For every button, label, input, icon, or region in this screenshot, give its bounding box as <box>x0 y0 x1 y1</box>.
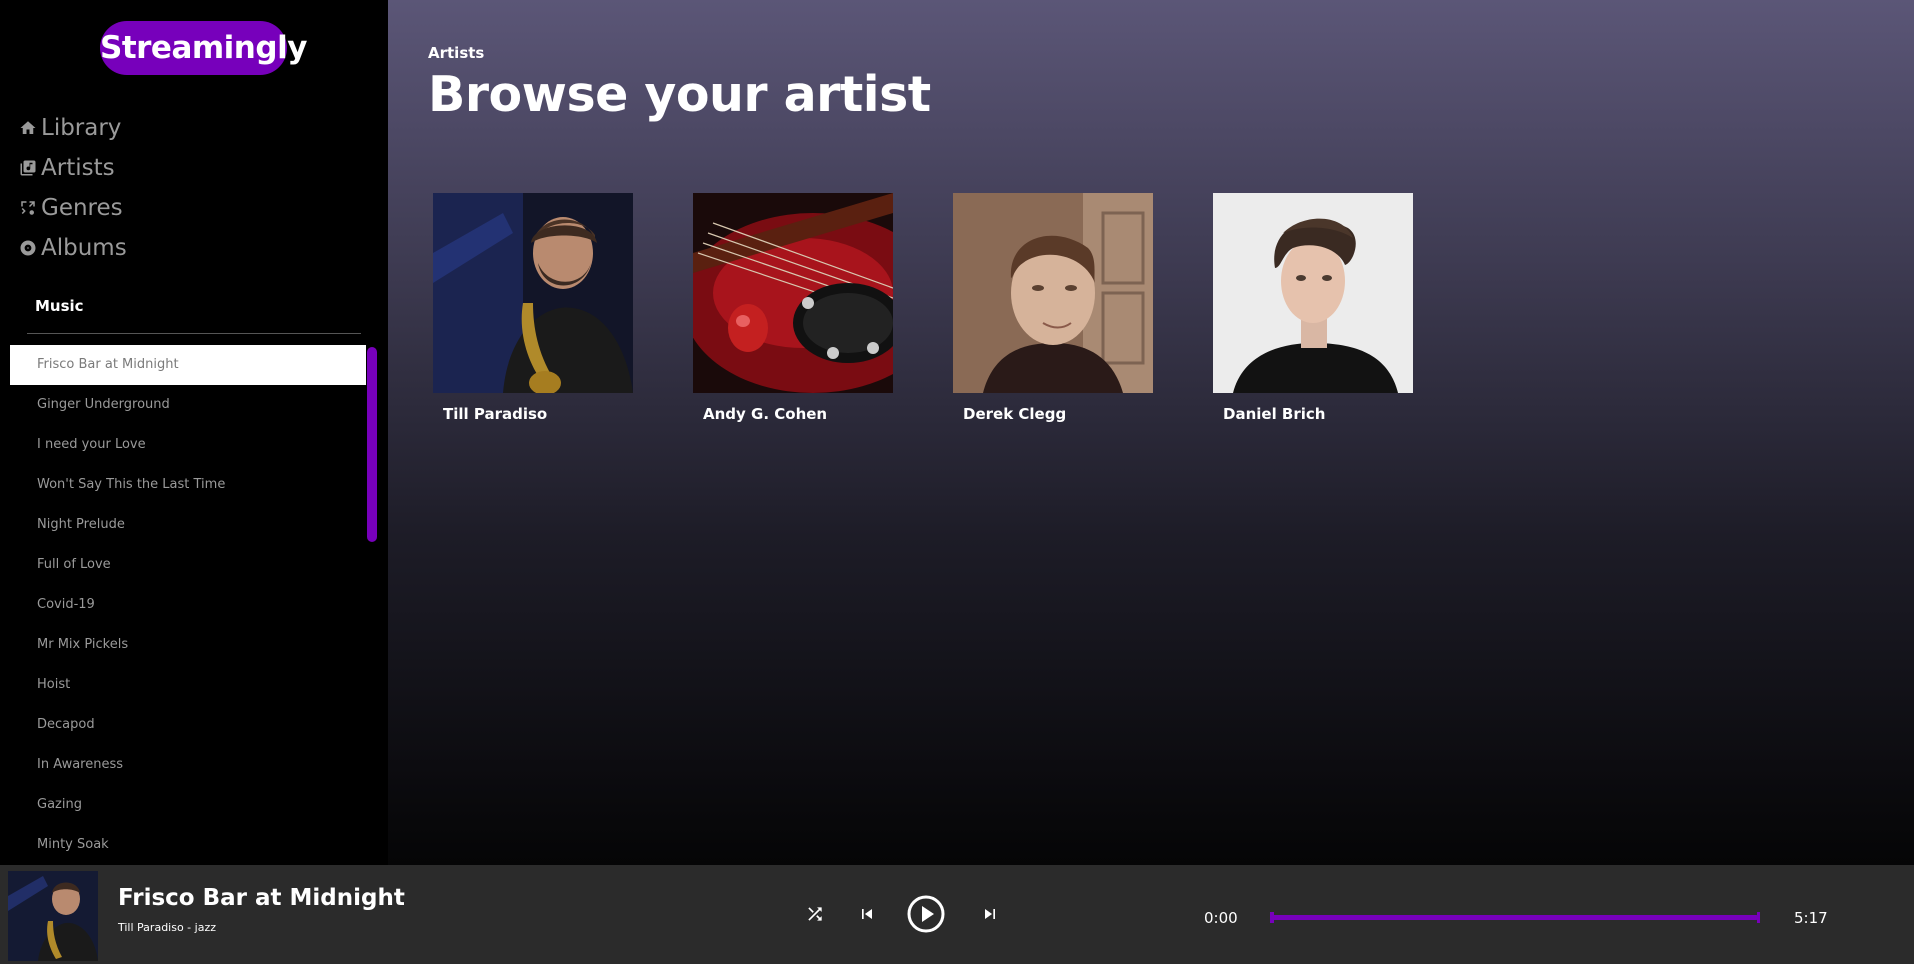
main-content: Artists Browse your artist Till Paradiso… <box>388 0 1914 865</box>
artist-card[interactable]: Andy G. Cohen <box>693 193 893 423</box>
track-item[interactable]: Gazing <box>10 785 366 825</box>
previous-button[interactable] <box>856 905 878 927</box>
track-item[interactable]: Frisco Bar at Midnight <box>10 345 366 385</box>
divider <box>27 333 361 334</box>
artist-grid: Till Paradiso Andy G. Cohen Derek Clegg … <box>433 193 1473 423</box>
genres-icon <box>18 198 38 218</box>
nav-item-artists[interactable]: Artists <box>18 148 127 188</box>
next-button[interactable] <box>979 905 1001 927</box>
artist-photo <box>693 193 893 393</box>
artist-name: Till Paradiso <box>443 405 548 423</box>
progress-end <box>1757 912 1760 923</box>
main-nav: Library Artists Genres Albums <box>18 108 127 268</box>
logo[interactable]: Streamingly <box>100 21 307 75</box>
app: Streamingly Library Artists Genres Album… <box>0 0 1914 964</box>
track-item[interactable]: Hoist <box>10 665 366 705</box>
now-playing-title: Frisco Bar at Midnight <box>118 885 405 911</box>
artist-card[interactable]: Daniel Brich <box>1213 193 1413 423</box>
nav-label: Genres <box>41 195 123 221</box>
play-icon <box>906 894 946 938</box>
home-icon <box>18 118 38 138</box>
duration-time: 5:17 <box>1794 909 1828 927</box>
music-section-title: Music <box>35 297 84 315</box>
now-playing-subtitle: Till Paradiso - jazz <box>118 921 216 934</box>
track-item[interactable]: Full of Love <box>10 545 366 585</box>
artist-name: Daniel Brich <box>1223 405 1326 423</box>
nav-item-library[interactable]: Library <box>18 108 127 148</box>
page-title: Browse your artist <box>428 66 931 123</box>
track-item[interactable]: Won't Say This the Last Time <box>10 465 366 505</box>
nav-label: Library <box>41 115 122 141</box>
nav-label: Artists <box>41 155 115 181</box>
shuffle-button[interactable] <box>804 905 826 927</box>
artist-photo <box>1213 193 1413 393</box>
track-item[interactable]: Night Prelude <box>10 505 366 545</box>
next-icon <box>980 904 1000 928</box>
track-list: Frisco Bar at Midnight Ginger Undergroun… <box>10 345 366 865</box>
previous-icon <box>857 904 877 928</box>
nav-item-genres[interactable]: Genres <box>18 188 127 228</box>
now-playing-cover <box>8 871 98 961</box>
track-item[interactable]: Mr Mix Pickels <box>10 625 366 665</box>
artist-photo <box>433 193 633 393</box>
artist-photo <box>953 193 1153 393</box>
scrollbar[interactable] <box>367 347 377 542</box>
track-item[interactable]: Decapod <box>10 705 366 745</box>
progress-bar[interactable] <box>1270 912 1760 923</box>
player-bar: Frisco Bar at Midnight Till Paradiso - j… <box>0 865 1914 964</box>
progress-handle[interactable] <box>1270 912 1274 923</box>
artist-card[interactable]: Derek Clegg <box>953 193 1153 423</box>
track-item[interactable]: In Awareness <box>10 745 366 785</box>
elapsed-time: 0:00 <box>1204 909 1238 927</box>
library-music-icon <box>18 158 38 178</box>
play-button[interactable] <box>906 894 946 938</box>
track-item[interactable]: I need your Love <box>10 425 366 465</box>
sidebar: Streamingly Library Artists Genres Album… <box>0 0 388 865</box>
album-icon <box>18 238 38 258</box>
artist-name: Andy G. Cohen <box>703 405 828 423</box>
shuffle-icon <box>805 904 825 928</box>
nav-label: Albums <box>41 235 127 261</box>
breadcrumb: Artists <box>428 44 485 62</box>
nav-item-albums[interactable]: Albums <box>18 228 127 268</box>
track-item[interactable]: Minty Soak <box>10 825 366 865</box>
track-item[interactable]: Covid-19 <box>10 585 366 625</box>
artist-name: Derek Clegg <box>963 405 1067 423</box>
artist-card[interactable]: Till Paradiso <box>433 193 633 423</box>
track-item[interactable]: Ginger Underground <box>10 385 366 425</box>
